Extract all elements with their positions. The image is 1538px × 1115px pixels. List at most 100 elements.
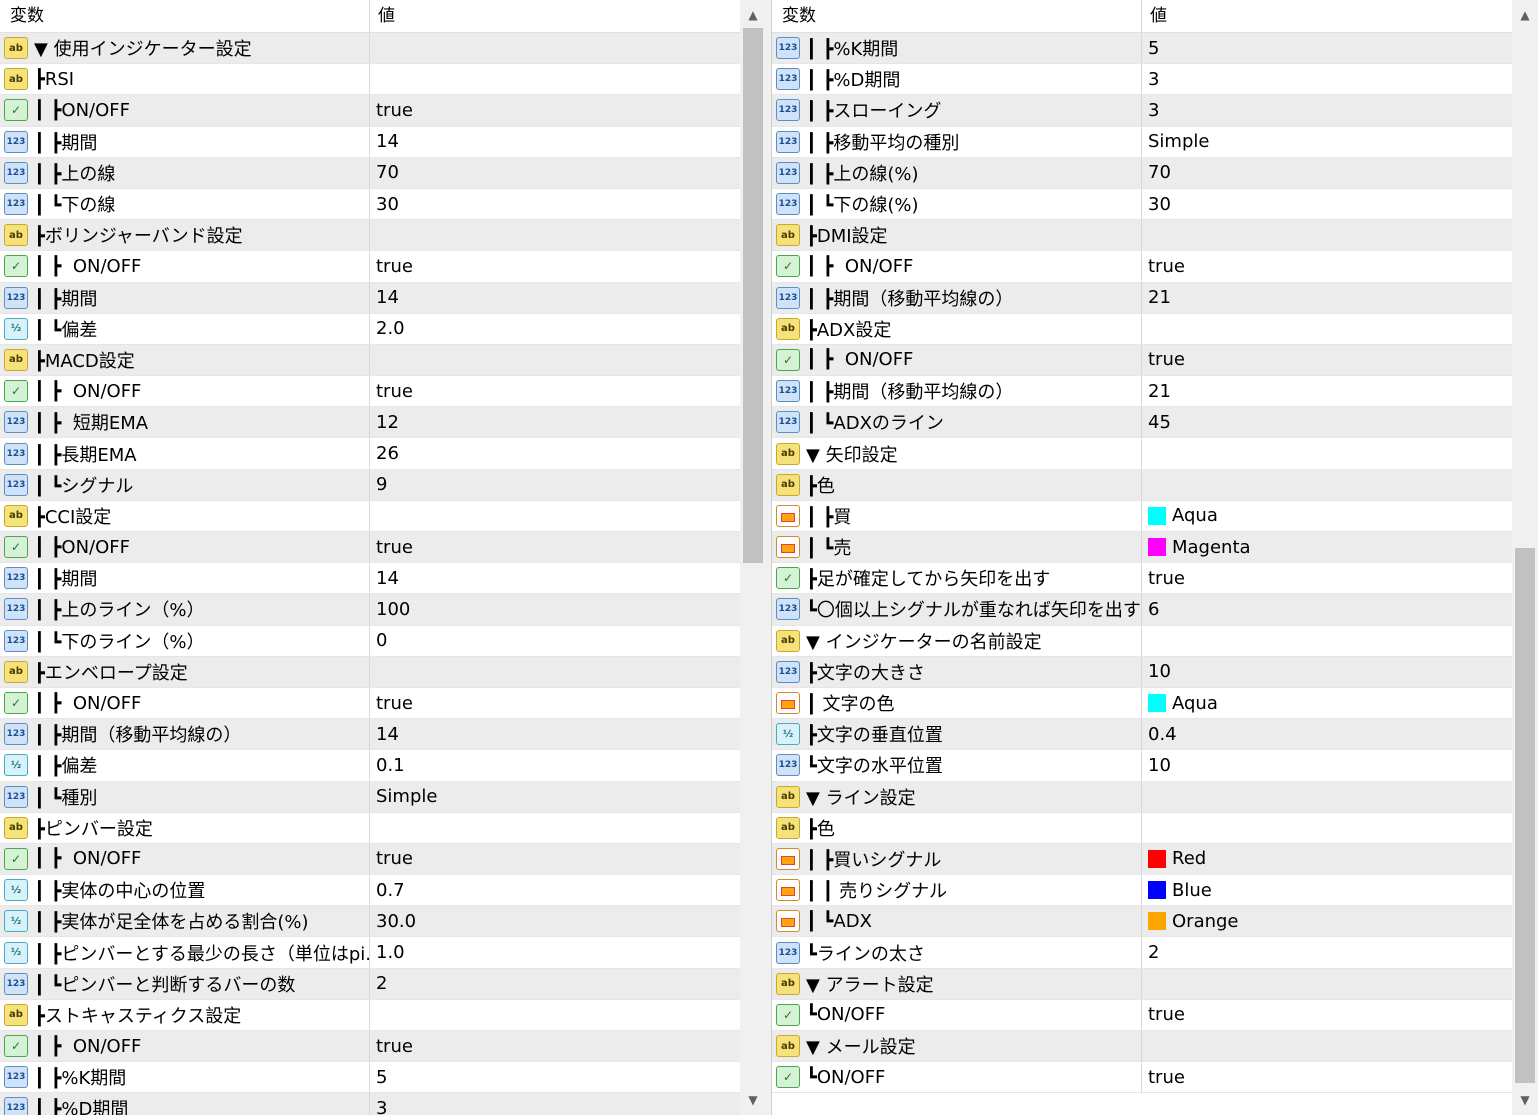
table-row[interactable]: 123 ┃ ┗種別 Simple <box>0 781 740 813</box>
value-cell[interactable]: 3 <box>370 1093 740 1115</box>
variable-name-cell[interactable]: ab ▼ 矢印設定 <box>772 438 1142 469</box>
table-row[interactable]: 123 ┃ ┗下の線(%) 30 <box>772 188 1512 221</box>
variable-name-cell[interactable]: ab ▼ インジケーターの名前設定 <box>772 625 1142 656</box>
variable-name-cell[interactable]: 123 ┃ ┣%D期間 <box>772 64 1142 95</box>
value-cell[interactable] <box>370 813 740 843</box>
value-cell[interactable]: 0.4 <box>1142 719 1512 749</box>
variable-name-cell[interactable]: ab ┣ボリンジャーバンド設定 <box>0 220 370 251</box>
value-cell[interactable]: 1.0 <box>370 937 740 967</box>
value-cell[interactable]: 10 <box>1142 657 1512 687</box>
table-row[interactable]: 123 ┗ラインの太さ 2 <box>772 937 1512 969</box>
variable-name-cell[interactable]: ab ┣CCI設定 <box>0 500 370 531</box>
variable-name-cell[interactable]: 123 ┃ ┣上のライン（%） <box>0 594 370 625</box>
value-cell[interactable]: 45 <box>1142 407 1512 437</box>
table-row[interactable]: ab ▼ ライン設定 <box>772 781 1512 813</box>
table-row[interactable]: ✓ ┃ ┣ ON/OFF true <box>772 251 1512 283</box>
value-cell[interactable]: true <box>370 251 740 281</box>
value-cell[interactable] <box>1142 813 1512 843</box>
variable-name-cell[interactable]: 123 ┃ ┣期間 <box>0 126 370 157</box>
value-cell[interactable]: 14 <box>370 563 740 593</box>
variable-name-cell[interactable]: 123 ┣文字の大きさ <box>772 656 1142 687</box>
right-scrollbar[interactable]: ▲ ▼ <box>1512 0 1538 1115</box>
variable-name-cell[interactable]: ✓ ┃ ┣ ON/OFF <box>0 843 370 875</box>
value-cell[interactable]: Simple <box>370 782 740 812</box>
variable-name-cell[interactable]: 123 ┃ ┗シグナル <box>0 469 370 500</box>
variable-name-cell[interactable]: 123 ┃ ┗種別 <box>0 781 370 812</box>
variable-name-cell[interactable]: 123 ┗文字の水平位置 <box>772 750 1142 781</box>
variable-name-cell[interactable]: ab ┣色 <box>772 469 1142 500</box>
variable-name-cell[interactable]: 123 ┃ ┗下のライン（%） <box>0 625 370 656</box>
table-row[interactable]: ✓ ┗ON/OFF true <box>772 1062 1512 1094</box>
table-row[interactable]: 123 ┃ ┣スローイング 3 <box>772 95 1512 127</box>
table-row[interactable]: 123 ┣文字の大きさ 10 <box>772 656 1512 688</box>
variable-name-cell[interactable]: ✓ ┣足が確定してから矢印を出す <box>772 563 1142 594</box>
value-cell[interactable]: 2 <box>370 969 740 999</box>
value-cell[interactable]: true <box>370 532 740 562</box>
value-cell[interactable]: 2 <box>1142 937 1512 967</box>
table-row[interactable]: ✓ ┗ON/OFF true <box>772 999 1512 1031</box>
value-cell[interactable] <box>1142 626 1512 656</box>
variable-name-cell[interactable]: 123 ┃ ┣期間（移動平均線の） <box>772 282 1142 313</box>
value-cell[interactable]: 14 <box>370 127 740 157</box>
table-row[interactable]: ✓ ┃ ┣ ON/OFF true <box>0 251 740 283</box>
variable-name-cell[interactable]: 123 ┃ ┣%K期間 <box>772 33 1142 64</box>
variable-name-cell[interactable]: ½ ┃ ┣ピンバーとする最少の長さ（単位はpi... <box>0 937 370 968</box>
variable-name-cell[interactable]: 123 ┃ ┣上の線 <box>0 157 370 188</box>
value-cell[interactable] <box>1142 470 1512 500</box>
variable-name-cell[interactable]: ab ┣ピンバー設定 <box>0 812 370 843</box>
value-cell[interactable]: true <box>370 95 740 125</box>
variable-name-cell[interactable]: ab ┣MACD設定 <box>0 344 370 376</box>
table-row[interactable]: 123 ┃ ┗ピンバーと判断するバーの数 2 <box>0 968 740 1000</box>
variable-name-cell[interactable]: ½ ┃ ┣偏差 <box>0 750 370 781</box>
variable-name-cell[interactable]: ab ┣ADX設定 <box>772 313 1142 344</box>
table-row[interactable]: ┃ 文字の色 Aqua <box>772 687 1512 720</box>
value-cell[interactable]: true <box>370 1031 740 1061</box>
value-cell[interactable]: 30.0 <box>370 906 740 936</box>
variable-name-cell[interactable]: 123 ┃ ┣上の線(%) <box>772 157 1142 188</box>
table-row[interactable]: ✓ ┃ ┣ON/OFF true <box>0 532 740 564</box>
variable-name-cell[interactable]: ┃ ┣買いシグナル <box>772 843 1142 875</box>
value-cell[interactable] <box>1142 220 1512 250</box>
scroll-thumb[interactable] <box>1515 548 1535 1083</box>
table-row[interactable]: ab ▼ メール設定 <box>772 1031 1512 1063</box>
value-cell[interactable] <box>370 501 740 531</box>
variable-name-cell[interactable]: ✓ ┃ ┣ ON/OFF <box>0 376 370 407</box>
variable-name-cell[interactable]: ab ┣RSI <box>0 64 370 95</box>
variable-name-cell[interactable]: 123 ┃ ┣期間（移動平均線の） <box>0 719 370 750</box>
value-cell[interactable]: true <box>370 376 740 406</box>
variable-name-cell[interactable]: ✓ ┃ ┣ ON/OFF <box>772 344 1142 376</box>
variable-name-cell[interactable]: ab ▼ 使用インジケーター設定 <box>0 33 370 64</box>
variable-name-cell[interactable]: ab ┣色 <box>772 812 1142 843</box>
variable-name-cell[interactable]: ✓ ┃ ┣ON/OFF <box>0 532 370 563</box>
table-row[interactable]: ½ ┃ ┣偏差 0.1 <box>0 750 740 782</box>
variable-name-cell[interactable]: 123 ┃ ┗下の線(%) <box>772 188 1142 220</box>
value-cell[interactable] <box>1142 969 1512 999</box>
table-row[interactable]: 123 ┃ ┣期間 14 <box>0 282 740 314</box>
table-row[interactable]: ab ▼ 矢印設定 <box>772 438 1512 470</box>
value-cell[interactable] <box>370 657 740 687</box>
value-cell[interactable]: 70 <box>1142 158 1512 188</box>
table-row[interactable]: ½ ┃ ┣実体の中心の位置 0.7 <box>0 875 740 907</box>
table-row[interactable]: ✓ ┃ ┣ON/OFF true <box>0 95 740 127</box>
variable-name-cell[interactable]: 123 ┗ラインの太さ <box>772 937 1142 968</box>
table-row[interactable]: 123 ┃ ┗ADXのライン 45 <box>772 407 1512 439</box>
variable-name-cell[interactable]: ✓ ┃ ┣ ON/OFF <box>0 1031 370 1062</box>
table-row[interactable]: ┃ ┃ 売りシグナル Blue <box>772 875 1512 907</box>
table-row[interactable]: 123 ┃ ┗シグナル 9 <box>0 469 740 501</box>
variable-name-cell[interactable]: ab ┣エンベロープ設定 <box>0 656 370 687</box>
table-row[interactable]: 123 ┃ ┣期間（移動平均線の） 14 <box>0 719 740 751</box>
value-cell[interactable]: Red <box>1142 844 1512 874</box>
table-row[interactable]: 123 ┃ ┣期間（移動平均線の） 21 <box>772 282 1512 314</box>
value-cell[interactable]: Aqua <box>1142 501 1512 531</box>
variable-name-cell[interactable]: ✓ ┃ ┣ ON/OFF <box>0 687 370 719</box>
table-row[interactable]: 123 ┃ ┣%K期間 5 <box>772 33 1512 65</box>
value-cell[interactable]: 26 <box>370 438 740 468</box>
value-cell[interactable]: Simple <box>1142 127 1512 157</box>
table-row[interactable]: 123 ┃ ┣%D期間 3 <box>772 64 1512 96</box>
variable-name-cell[interactable]: ✓ ┗ON/OFF <box>772 999 1142 1030</box>
table-row[interactable]: ✓ ┃ ┣ ON/OFF true <box>0 376 740 408</box>
value-cell[interactable]: 21 <box>1142 283 1512 313</box>
table-row[interactable]: 123 ┗文字の水平位置 10 <box>772 750 1512 782</box>
value-cell[interactable]: 12 <box>370 407 740 437</box>
variable-name-cell[interactable]: ab ▼ メール設定 <box>772 1031 1142 1062</box>
